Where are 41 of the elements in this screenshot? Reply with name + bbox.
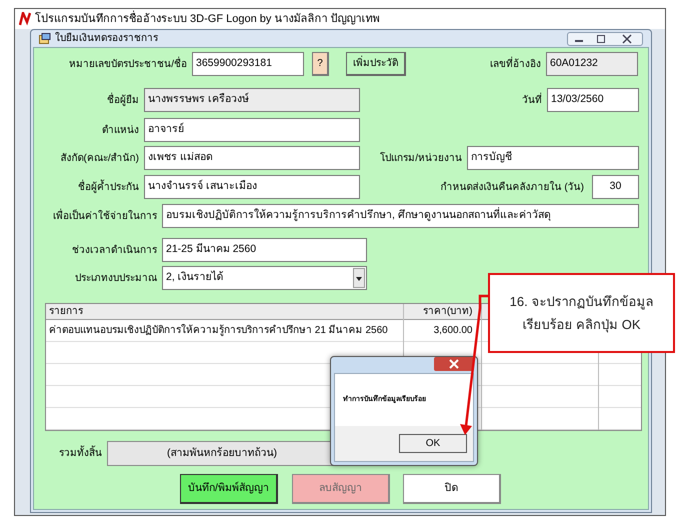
field-label: ชื่อผู้ค้ำประกัน: [77, 180, 139, 194]
input-field[interactable]: 60A01232: [546, 52, 638, 76]
input-field[interactable]: 30: [592, 175, 639, 199]
close-icon[interactable]: [434, 357, 474, 371]
input-field[interactable]: อบรมเชิงปฏิบัติการให้ความรู้การบริการคำปรึกษา, ศึกษาดูงานนอกสถานที่และค่าวัสดุ: [162, 204, 639, 228]
field-label: โปแกรม/หน่วยงาน: [379, 151, 462, 166]
input-field[interactable]: นางพรรษพร เครือวงษ์: [144, 88, 360, 112]
dropdown-field[interactable]: 2, เงินรายได้: [162, 266, 367, 290]
field-label: วันที่: [521, 92, 542, 108]
form-icon: [39, 33, 51, 44]
ok-button[interactable]: OK: [399, 434, 467, 453]
dialog-title: ใบยืมเงินทดรองราชการ: [55, 31, 158, 46]
callout-text: เรียบร้อย คลิกปุ่ม OK: [522, 316, 640, 334]
field-label: สังกัด(คณะ/สำนัก): [60, 152, 139, 166]
field-label: เลขที่อ้างอิง: [489, 56, 541, 72]
field-label: ตำแหน่ง: [101, 124, 139, 138]
input-field[interactable]: งเพชร แม่สอด: [144, 146, 360, 170]
callout-text: 16. จะปรากฏบันทึกข้อมูล: [510, 292, 654, 311]
field-label: เพื่อเป็นค่าใช้จ่ายในการ: [52, 208, 157, 224]
input-field[interactable]: อาจารย์: [144, 118, 360, 142]
column-header: ราคา(บาท): [422, 305, 474, 319]
app-logo-icon: [19, 12, 31, 26]
input-field[interactable]: การบัญชี: [467, 146, 639, 170]
table-cell-text: ค่าตอบแทนอบรมเชิงปฏิบัติการให้ความรู้การบริการคำปรึกษา 21 มีนาคม 2560: [48, 323, 389, 338]
field-label: ประเภทงบประมาณ: [74, 272, 157, 286]
field-label: ช่วงเวลาดำเนินการ: [71, 244, 157, 258]
field-label: รวมทั้งสิ้น: [50, 446, 102, 461]
input-field[interactable]: นางจำนรรจ์ เสนาะเมือง: [144, 175, 360, 199]
field-label: หมายเลขบัตรประชาชน/ชื่อ: [68, 56, 187, 72]
window-title: โปรแกรมบันทึกการชื่ออ้างระบบ 3D-GF Logon by นางมัลลิกา ปัญญาเทพ: [35, 10, 380, 27]
help-button[interactable]: ?: [312, 52, 329, 76]
input-field[interactable]: 21-25 มีนาคม 2560: [162, 238, 367, 262]
close-button[interactable]: ปิด: [403, 474, 501, 504]
add-history-button[interactable]: เพิ่มประวัติ: [346, 52, 406, 76]
column-header: รายการ: [48, 305, 84, 319]
field-label: กำหนดส่งเงินคืนคลังภายใน (วัน): [440, 180, 584, 194]
input-field[interactable]: 3659900293181: [192, 52, 304, 76]
table-cell-text: 3,600.00: [432, 324, 474, 338]
field-label: ชื่อผู้ยืม: [106, 92, 139, 108]
input-field[interactable]: 13/03/2560: [547, 88, 639, 112]
save-button[interactable]: บันทึก/พิมพ์สัญญา: [180, 474, 278, 504]
